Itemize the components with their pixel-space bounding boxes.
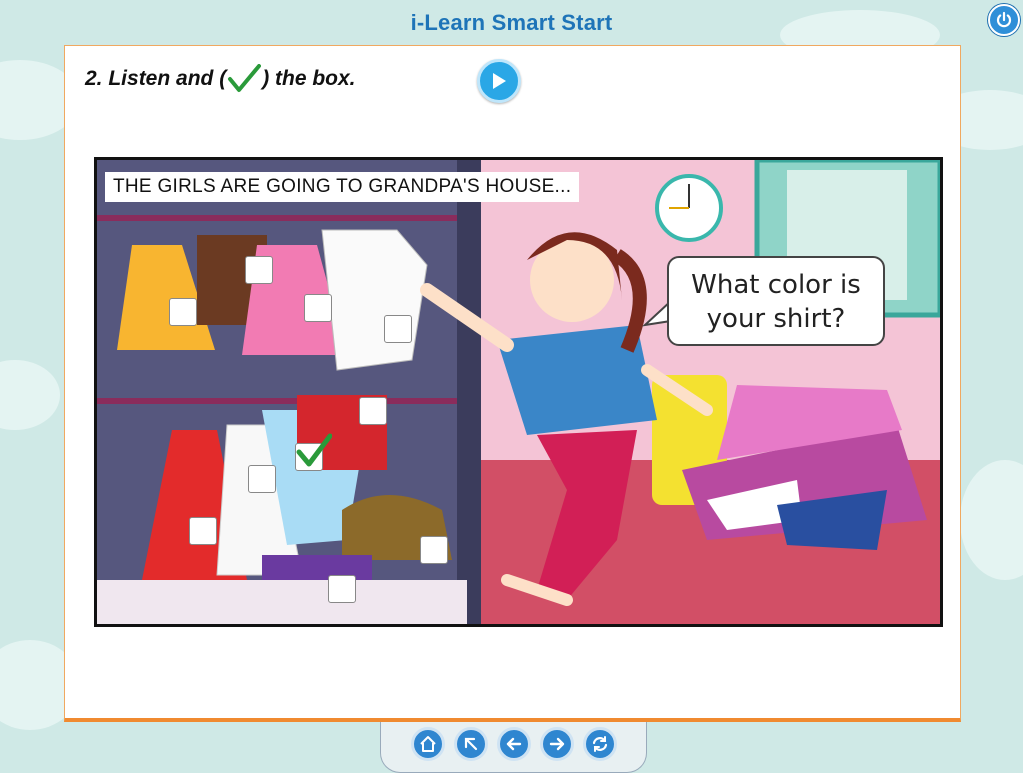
- back-button[interactable]: [497, 727, 531, 761]
- answer-box-brown-shorts[interactable]: [245, 256, 273, 284]
- checkmark-icon: [296, 433, 332, 467]
- speech-bubble: What color is your shirt?: [667, 256, 885, 346]
- question-instruction: 2. Listen and ( ) the box.: [85, 64, 356, 94]
- back-arrow-icon: [506, 737, 522, 751]
- app-title: i-Learn Smart Start: [410, 10, 613, 35]
- answer-box-red-dress[interactable]: [189, 517, 217, 545]
- next-arrow-icon: [549, 737, 565, 751]
- refresh-icon: [592, 736, 608, 752]
- checkmark-icon: [228, 64, 262, 92]
- scene-caption: THE GIRLS ARE GOING TO GRANDPA'S HOUSE..…: [105, 172, 580, 202]
- answer-box-pink-skirt[interactable]: [304, 294, 332, 322]
- expand-button[interactable]: [454, 727, 488, 761]
- scene-artwork: [97, 160, 940, 624]
- next-button[interactable]: [540, 727, 574, 761]
- power-icon: [996, 11, 1012, 28]
- scene-illustration: THE GIRLS ARE GOING TO GRANDPA'S HOUSE..…: [94, 157, 943, 627]
- answer-box-brown-bag[interactable]: [420, 536, 448, 564]
- exercise-panel: 2. Listen and ( ) the box. THE GIRLS ARE…: [64, 45, 961, 722]
- question-suffix: ) the box.: [262, 67, 356, 90]
- answer-box-yellow-skirt[interactable]: [169, 298, 197, 326]
- question-prefix: 2. Listen and (: [85, 67, 227, 90]
- bottom-navigation: [380, 722, 647, 773]
- home-button[interactable]: [411, 727, 445, 761]
- power-button[interactable]: [988, 4, 1020, 36]
- answer-box-white-shirt[interactable]: [384, 315, 412, 343]
- speech-line-1: What color is: [691, 270, 861, 300]
- expand-icon: [464, 737, 478, 751]
- play-icon: [493, 73, 506, 89]
- answer-box-white-dress[interactable]: [248, 465, 276, 493]
- speech-line-2: your shirt?: [706, 304, 846, 334]
- refresh-button[interactable]: [583, 727, 617, 761]
- answer-box-red-shorts[interactable]: [359, 397, 387, 425]
- answer-box-blue-shirt[interactable]: [295, 433, 332, 471]
- answer-box-purple-pants[interactable]: [328, 575, 356, 603]
- home-icon: [420, 736, 436, 752]
- play-audio-button[interactable]: [477, 59, 521, 103]
